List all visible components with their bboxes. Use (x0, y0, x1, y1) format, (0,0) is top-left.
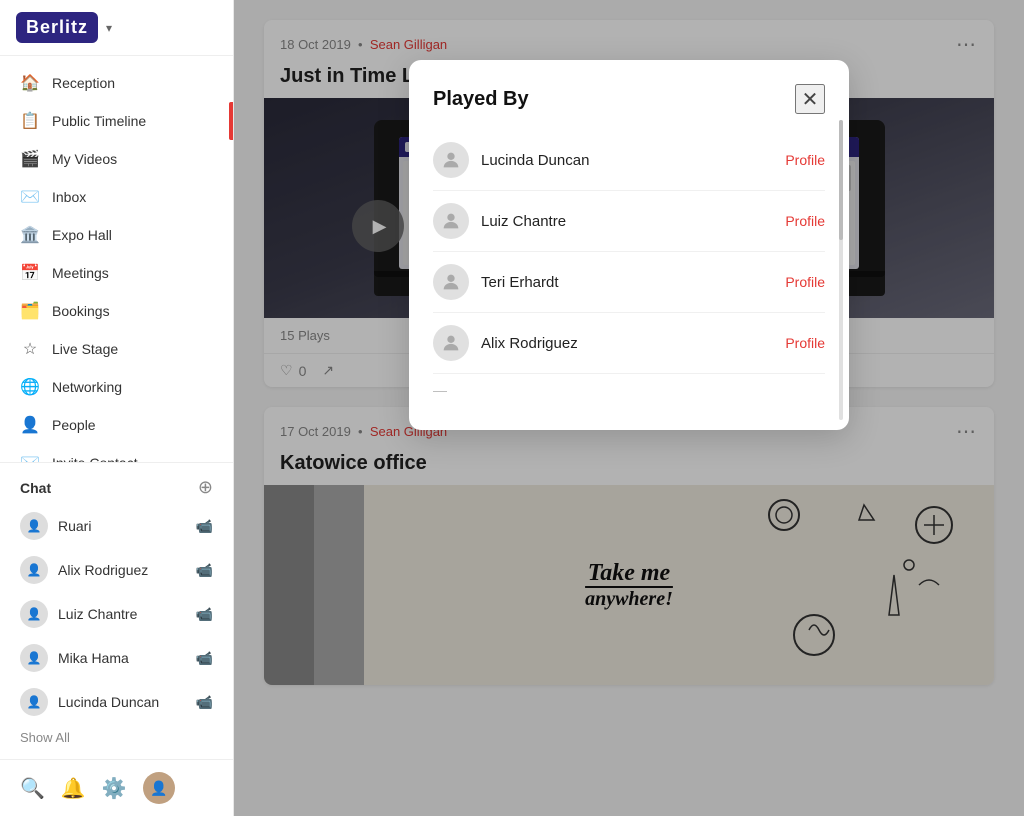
avatar: 👤 (20, 600, 48, 628)
sidebar-item-label: Invite Contact (52, 455, 138, 462)
modal-overlay[interactable]: Played By ✕ Lucinda Duncan Profile (234, 0, 1024, 816)
sidebar-item-my-videos[interactable]: 🎬 My Videos (0, 140, 233, 178)
sidebar-footer: 🔍 🔔 ⚙️ 👤 (0, 759, 233, 816)
list-icon: 📋 (20, 111, 40, 131)
people-icon: 👤 (20, 415, 40, 435)
modal-scrollbar[interactable] (839, 120, 843, 420)
sidebar-item-reception[interactable]: 🏠 Reception (0, 64, 233, 102)
chat-title: Chat (20, 480, 51, 496)
sidebar-item-live-stage[interactable]: ☆ Live Stage (0, 330, 233, 368)
modal-user-row: Lucinda Duncan Profile (433, 130, 825, 191)
video-call-icon[interactable]: 📹 (196, 650, 213, 667)
user-avatar-icon (433, 142, 469, 178)
chat-item-mika[interactable]: 👤 Mika Hama 📹 (0, 636, 233, 680)
add-chat-button[interactable]: ⊕ (198, 477, 213, 498)
video-call-icon[interactable]: 📹 (196, 518, 213, 535)
sidebar-item-label: Public Timeline (52, 113, 146, 129)
chat-item-alix[interactable]: 👤 Alix Rodriguez 📹 (0, 548, 233, 592)
more-users-indicator: — (433, 374, 825, 406)
sidebar-item-label: My Videos (52, 151, 117, 167)
search-icon[interactable]: 🔍 (20, 776, 45, 801)
sidebar-item-invite-contact[interactable]: ✉️ Invite Contact (0, 444, 233, 462)
chat-user-name: Lucinda Duncan (58, 694, 159, 710)
user-name: Luiz Chantre (481, 213, 773, 230)
sidebar-item-label: Inbox (52, 189, 86, 205)
user-avatar[interactable]: 👤 (143, 772, 175, 804)
sidebar-item-label: Live Stage (52, 341, 118, 357)
scrollbar-thumb (839, 120, 843, 240)
expo-icon: 🏛️ (20, 225, 40, 245)
berlitz-logo[interactable]: Berlitz (16, 12, 98, 43)
sidebar-item-networking[interactable]: 🌐 Networking (0, 368, 233, 406)
sidebar-item-expo-hall[interactable]: 🏛️ Expo Hall (0, 216, 233, 254)
sidebar-nav: 🏠 Reception 📋 Public Timeline 🎬 My Video… (0, 56, 233, 462)
modal-header: Played By ✕ (433, 84, 825, 114)
sidebar: Berlitz ▾ 🏠 Reception 📋 Public Timeline … (0, 0, 234, 816)
profile-link[interactable]: Profile (785, 152, 825, 168)
video-icon: 🎬 (20, 149, 40, 169)
sidebar-header: Berlitz ▾ (0, 0, 233, 56)
invite-icon: ✉️ (20, 453, 40, 462)
modal-title: Played By (433, 88, 529, 111)
gear-icon[interactable]: ⚙️ (102, 776, 127, 801)
sidebar-item-label: Bookings (52, 303, 110, 319)
profile-link[interactable]: Profile (785, 335, 825, 351)
video-call-icon[interactable]: 📹 (196, 562, 213, 579)
chat-item-lucinda[interactable]: 👤 Lucinda Duncan 📹 (0, 680, 233, 724)
sidebar-item-public-timeline[interactable]: 📋 Public Timeline (0, 102, 233, 140)
chat-user-name: Ruari (58, 518, 91, 534)
sidebar-item-label: Expo Hall (52, 227, 112, 243)
sidebar-item-bookings[interactable]: 🗂️ Bookings (0, 292, 233, 330)
user-avatar-icon (433, 264, 469, 300)
chat-user-name: Alix Rodriguez (58, 562, 148, 578)
show-all-chat[interactable]: Show All (0, 724, 233, 751)
user-name: Lucinda Duncan (481, 152, 773, 169)
inbox-icon: ✉️ (20, 187, 40, 207)
modal-close-button[interactable]: ✕ (795, 84, 825, 114)
avatar: 👤 (20, 512, 48, 540)
modal-user-row: Teri Erhardt Profile (433, 252, 825, 313)
star-icon: ☆ (20, 339, 40, 359)
modal-user-row: Luiz Chantre Profile (433, 191, 825, 252)
user-avatar-icon (433, 325, 469, 361)
home-icon: 🏠 (20, 73, 40, 93)
avatar: 👤 (20, 644, 48, 672)
user-name: Teri Erhardt (481, 274, 773, 291)
globe-icon: 🌐 (20, 377, 40, 397)
avatar: 👤 (20, 688, 48, 716)
chat-item-ruari[interactable]: 👤 Ruari 📹 (0, 504, 233, 548)
active-indicator (229, 102, 233, 140)
chat-user-name: Luiz Chantre (58, 606, 137, 622)
user-name: Alix Rodriguez (481, 335, 773, 352)
bell-icon[interactable]: 🔔 (61, 776, 86, 801)
chevron-down-icon[interactable]: ▾ (106, 21, 112, 35)
modal-user-list: Lucinda Duncan Profile Luiz Chantre Prof… (433, 130, 825, 406)
played-by-modal: Played By ✕ Lucinda Duncan Profile (409, 60, 849, 430)
sidebar-item-label: People (52, 417, 96, 433)
main-content: 18 Oct 2019 • Sean Gilligan ⋯ Just in Ti… (234, 0, 1024, 816)
profile-link[interactable]: Profile (785, 213, 825, 229)
sidebar-item-label: Networking (52, 379, 122, 395)
sidebar-item-label: Meetings (52, 265, 109, 281)
video-call-icon[interactable]: 📹 (196, 606, 213, 623)
profile-link[interactable]: Profile (785, 274, 825, 290)
sidebar-item-people[interactable]: 👤 People (0, 406, 233, 444)
bookings-icon: 🗂️ (20, 301, 40, 321)
avatar: 👤 (20, 556, 48, 584)
chat-user-name: Mika Hama (58, 650, 129, 666)
chat-section: Chat ⊕ 👤 Ruari 📹 👤 Alix Rodriguez 📹 👤 Lu… (0, 462, 233, 759)
sidebar-item-label: Reception (52, 75, 115, 91)
calendar-icon: 📅 (20, 263, 40, 283)
sidebar-item-meetings[interactable]: 📅 Meetings (0, 254, 233, 292)
user-avatar-icon (433, 203, 469, 239)
sidebar-item-inbox[interactable]: ✉️ Inbox (0, 178, 233, 216)
chat-item-luiz[interactable]: 👤 Luiz Chantre 📹 (0, 592, 233, 636)
video-call-icon[interactable]: 📹 (196, 694, 213, 711)
modal-user-row: Alix Rodriguez Profile (433, 313, 825, 374)
chat-header: Chat ⊕ (0, 471, 233, 504)
